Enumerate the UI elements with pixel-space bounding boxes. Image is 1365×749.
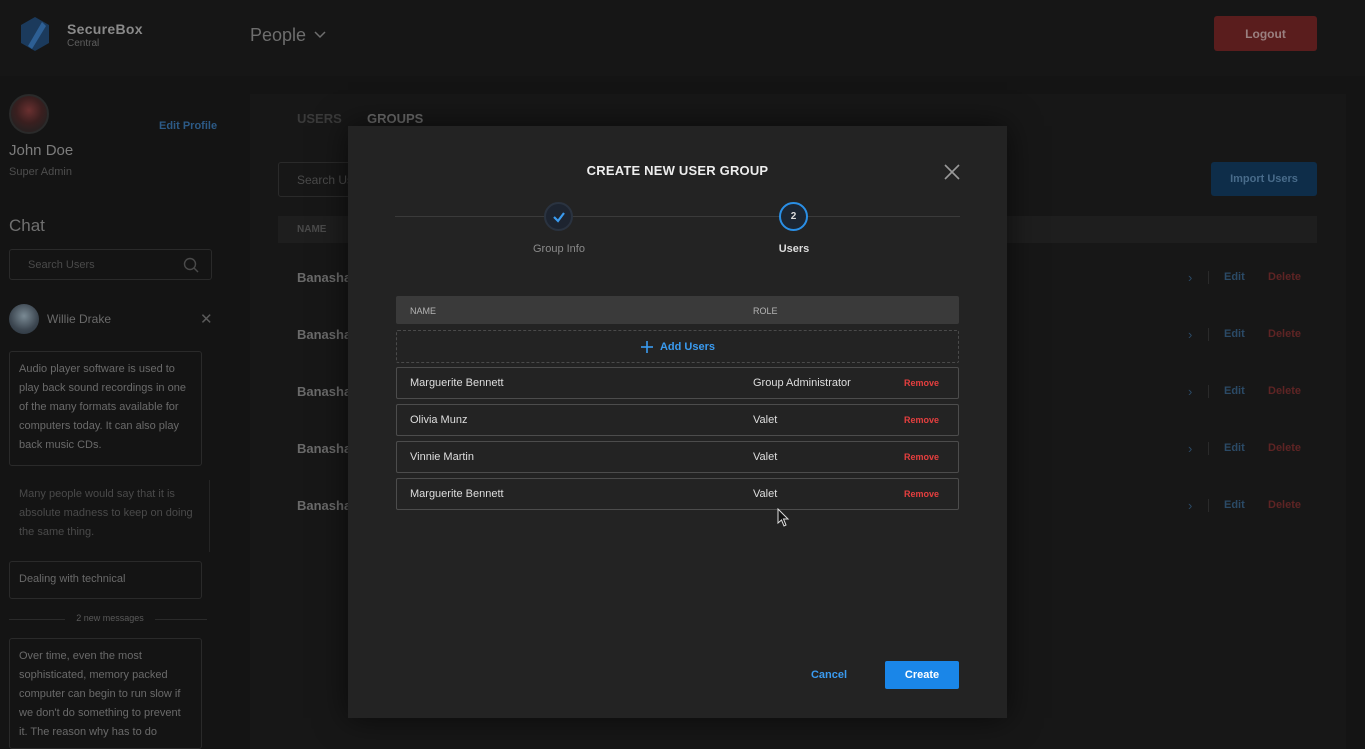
contact-name: Willie Drake — [47, 312, 112, 326]
edit-link[interactable]: Edit — [1224, 442, 1245, 454]
user-name: Marguerite Bennett — [410, 488, 504, 500]
divider — [1208, 328, 1209, 341]
add-users-button[interactable]: Add Users — [396, 330, 959, 363]
divider — [1208, 385, 1209, 398]
divider — [209, 480, 210, 552]
user-row: Marguerite Bennett Group Administrator R… — [396, 367, 959, 399]
chevron-right-icon[interactable]: › — [1188, 270, 1192, 285]
user-row: Marguerite Bennett Valet Remove — [396, 478, 959, 510]
user-row: Vinnie Martin Valet Remove — [396, 441, 959, 473]
divider — [1208, 271, 1209, 284]
chevron-down-icon[interactable] — [313, 27, 327, 41]
close-icon[interactable] — [943, 163, 961, 181]
divider — [155, 619, 207, 620]
create-button[interactable]: Create — [885, 661, 959, 689]
chat-search-input[interactable]: Search Users — [9, 249, 212, 280]
cancel-button[interactable]: Cancel — [798, 661, 860, 689]
user-name: Olivia Munz — [410, 414, 468, 426]
modal-title: CREATE NEW USER GROUP — [586, 163, 769, 178]
delete-link[interactable]: Delete — [1268, 442, 1301, 454]
top-bar: SecureBox Central People Logout — [0, 0, 1365, 76]
users-table-header: NAME ROLE — [396, 296, 959, 324]
chat-message: Dealing with technical — [9, 561, 202, 599]
delete-link[interactable]: Delete — [1268, 499, 1301, 511]
user-role[interactable]: Valet — [753, 488, 777, 500]
logout-button[interactable]: Logout — [1214, 16, 1317, 51]
plus-icon — [640, 340, 653, 353]
user-row: Olivia Munz Valet Remove — [396, 404, 959, 436]
remove-button[interactable]: Remove — [904, 415, 939, 425]
delete-link[interactable]: Delete — [1268, 385, 1301, 397]
user-role[interactable]: Valet — [753, 414, 777, 426]
chevron-right-icon[interactable]: › — [1188, 384, 1192, 399]
avatar[interactable] — [9, 94, 49, 134]
check-icon — [552, 211, 565, 223]
row-name: Banasha — [297, 270, 352, 285]
step-label-group-info: Group Info — [533, 243, 585, 255]
chat-title: Chat — [9, 216, 45, 235]
user-name: John Doe — [9, 142, 74, 159]
section-title[interactable]: People — [250, 25, 306, 46]
securebox-logo-icon — [21, 17, 49, 51]
mouse-cursor-icon — [777, 508, 790, 527]
sidebar: Edit Profile John Doe Super Admin Chat S… — [0, 76, 230, 749]
row-name: Banasha — [297, 327, 352, 342]
import-users-button[interactable]: Import Users — [1211, 162, 1317, 196]
contact-avatar — [9, 304, 39, 334]
brand-name: SecureBox — [67, 21, 143, 37]
chevron-right-icon[interactable]: › — [1188, 498, 1192, 513]
divider — [9, 619, 65, 620]
add-users-label: Add Users — [659, 340, 716, 353]
edit-link[interactable]: Edit — [1224, 385, 1245, 397]
brand-subtitle: Central — [67, 38, 100, 49]
edit-link[interactable]: Edit — [1224, 499, 1245, 511]
remove-button[interactable]: Remove — [904, 489, 939, 499]
divider — [1208, 499, 1209, 512]
chat-message: Over time, even the most sophisticated, … — [9, 638, 202, 749]
step-users[interactable]: 2 — [779, 202, 808, 231]
column-header-name: NAME — [410, 306, 437, 316]
stepper-line — [395, 216, 960, 217]
user-role[interactable]: Group Administrator — [753, 377, 851, 389]
chevron-right-icon[interactable]: › — [1188, 327, 1192, 342]
row-name: Banasha — [297, 384, 352, 399]
chat-message: Audio player software is used to play ba… — [9, 351, 202, 466]
column-header-name: NAME — [297, 224, 327, 235]
remove-button[interactable]: Remove — [904, 378, 939, 388]
delete-link[interactable]: Delete — [1268, 328, 1301, 340]
step-label-users: Users — [778, 243, 810, 255]
chat-message: Many people would say that it is absolut… — [19, 488, 193, 538]
edit-link[interactable]: Edit — [1224, 328, 1245, 340]
create-group-modal: CREATE NEW USER GROUP 2 Group Info Users… — [348, 126, 1007, 718]
remove-button[interactable]: Remove — [904, 452, 939, 462]
chat-contact[interactable]: Willie Drake ✕ — [0, 300, 230, 342]
user-name: Marguerite Bennett — [410, 377, 504, 389]
chevron-right-icon[interactable]: › — [1188, 441, 1192, 456]
chat-search-placeholder: Search Users — [28, 259, 95, 271]
edit-link[interactable]: Edit — [1224, 271, 1245, 283]
close-icon[interactable]: ✕ — [200, 310, 213, 328]
step-group-info[interactable] — [544, 202, 573, 231]
tab-users[interactable]: USERS — [297, 111, 342, 126]
search-icon[interactable] — [183, 257, 199, 273]
delete-link[interactable]: Delete — [1268, 271, 1301, 283]
tab-groups[interactable]: GROUPS — [367, 111, 423, 126]
column-header-role: ROLE — [753, 306, 778, 316]
divider — [1208, 442, 1209, 455]
row-name: Banasha — [297, 498, 352, 513]
row-name: Banasha — [297, 441, 352, 456]
new-messages-label: 2 new messages — [76, 613, 144, 623]
user-name: Vinnie Martin — [410, 451, 474, 463]
edit-profile-link[interactable]: Edit Profile — [159, 120, 217, 132]
user-role[interactable]: Valet — [753, 451, 777, 463]
new-messages-divider: 2 new messages — [0, 611, 212, 627]
user-role: Super Admin — [9, 166, 72, 178]
